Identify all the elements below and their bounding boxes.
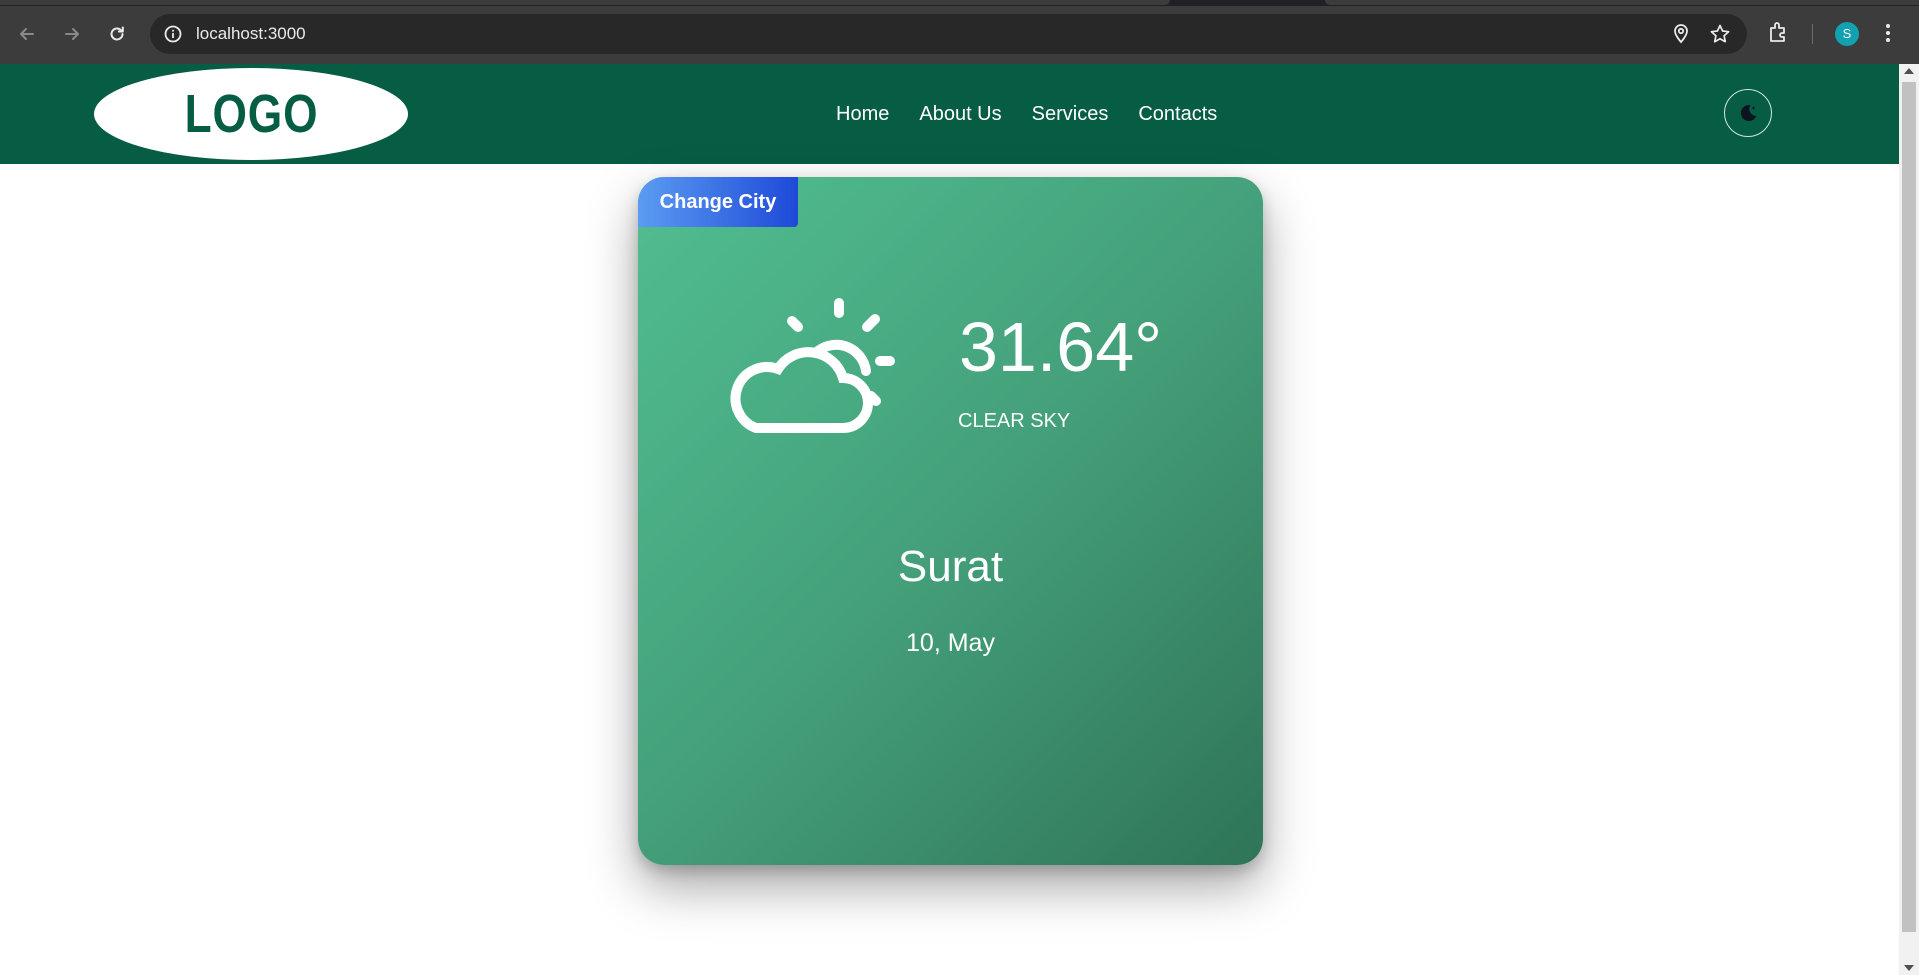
site-info-icon[interactable] (163, 24, 183, 44)
forward-arrow-icon (65, 28, 79, 40)
browser-toolbar: localhost:3000 S (0, 0, 1919, 64)
extensions-icon[interactable] (1767, 20, 1791, 44)
logo-text: LOGO (184, 84, 318, 144)
more-menu-icon[interactable] (1884, 22, 1892, 44)
tab-strip (0, 0, 1919, 6)
change-city-button[interactable]: Change City (638, 177, 798, 227)
url-text[interactable]: localhost:3000 (196, 14, 306, 54)
reload-button[interactable] (100, 17, 134, 51)
browser-tab[interactable] (1325, 0, 1919, 5)
theme-toggle-button[interactable] (1724, 89, 1772, 137)
bookmark-star-icon[interactable] (1709, 23, 1731, 45)
city-name: Surat (897, 542, 1004, 591)
profile-avatar[interactable]: S (1835, 22, 1859, 46)
logo[interactable]: LOGO (94, 68, 408, 160)
weather-condition: CLEAR SKY (958, 410, 1071, 432)
moon-icon (1740, 105, 1757, 122)
browser-tab[interactable] (0, 0, 1170, 5)
nav-services[interactable]: Services (1032, 103, 1109, 126)
temperature-value: 31.64° (959, 308, 1163, 386)
site-header: LOGO Home About Us Services Contacts (0, 64, 1899, 164)
weather-date: 10, May (906, 629, 995, 657)
location-pin-icon[interactable] (1671, 23, 1691, 45)
weather-card: Change City 31.64° CLEAR SKY Surat 10, M… (638, 177, 1263, 865)
back-arrow-icon (20, 28, 34, 40)
reload-icon (110, 26, 124, 41)
scrollbar-thumb[interactable] (1902, 82, 1916, 932)
page-scrollbar[interactable] (1899, 64, 1919, 975)
nav-contacts[interactable]: Contacts (1138, 103, 1217, 126)
main-nav: Home About Us Services Contacts (836, 64, 1217, 164)
forward-button[interactable] (55, 17, 89, 51)
nav-home[interactable]: Home (836, 103, 889, 126)
toolbar-divider (1812, 24, 1813, 44)
scroll-down-icon[interactable] (1904, 965, 1914, 971)
address-bar[interactable]: localhost:3000 (150, 14, 1747, 54)
partly-cloudy-icon (730, 298, 895, 433)
back-button[interactable] (10, 17, 44, 51)
nav-about-us[interactable]: About Us (919, 103, 1001, 126)
scroll-up-icon[interactable] (1904, 68, 1914, 74)
